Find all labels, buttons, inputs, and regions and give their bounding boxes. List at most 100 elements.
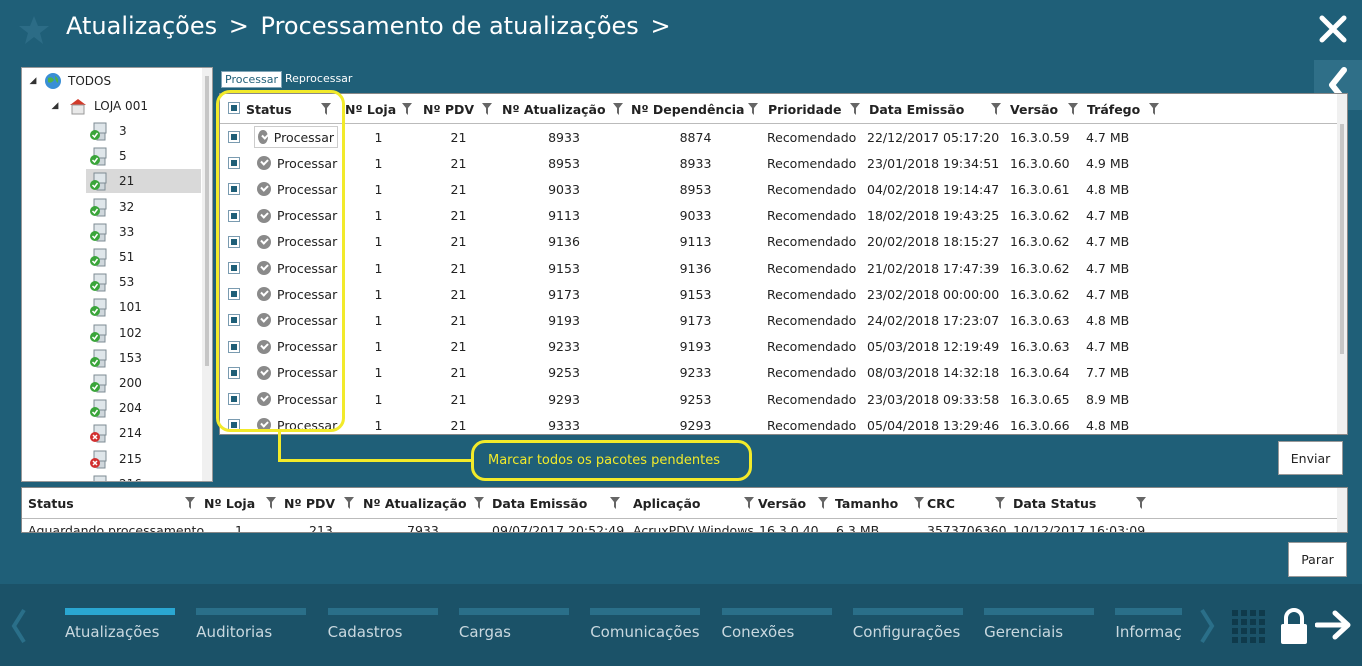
nav-item[interactable]: Cargas	[458, 608, 569, 641]
nav-next-icon[interactable]	[1196, 606, 1218, 646]
tree-item-pdv[interactable]: 214	[86, 421, 201, 445]
store-tree[interactable]: ◢ TODOS ◢ LOJA 001 3 5 21 32 33 51 53 10…	[21, 67, 213, 482]
filter-icon[interactable]	[266, 497, 276, 509]
column-header[interactable]: Data Status	[1013, 488, 1096, 518]
column-header[interactable]: Nº Dependência	[631, 94, 745, 124]
column-header[interactable]: Aplicação	[633, 488, 700, 518]
logout-arrow-icon[interactable]	[1315, 610, 1353, 640]
nav-item[interactable]: Conexões	[721, 608, 832, 641]
filter-icon[interactable]	[1149, 103, 1159, 115]
table-row[interactable]: Processar 1 21 8933 8874 Recomendado 22/12/20…	[220, 124, 1338, 150]
filter-icon[interactable]	[991, 103, 1001, 115]
table-row[interactable]: Processar 1 21 9233 9193 Recomendado 05/03/20…	[220, 334, 1338, 360]
nav-item[interactable]: Gerenciais	[984, 608, 1095, 641]
nav-item[interactable]: Auditorias	[196, 608, 307, 641]
filter-icon[interactable]	[610, 497, 620, 509]
column-header[interactable]: CRC	[927, 488, 955, 518]
tree-item-pdv[interactable]: 102	[86, 321, 201, 345]
table-row[interactable]: Processar 1 21 9113 9033 Recomendado 18/02/20…	[220, 203, 1338, 229]
column-header[interactable]: Status	[28, 488, 74, 518]
close-icon[interactable]	[1318, 14, 1348, 44]
table-row[interactable]: Processar 1 21 9193 9173 Recomendado 24/02/20…	[220, 307, 1338, 333]
nav-item[interactable]: Atualizações	[65, 608, 175, 641]
tree-node-todos[interactable]: ◢ TODOS	[26, 69, 111, 93]
table-cell: 4.7 MB	[1086, 129, 1130, 145]
tree-item-pdv[interactable]: 21	[86, 169, 201, 194]
table-row[interactable]: Processar 1 21 9333 9293 Recomendado 05/04/20…	[220, 412, 1338, 434]
filter-icon[interactable]	[914, 497, 924, 509]
tree-item-pdv[interactable]: 200	[86, 371, 201, 395]
column-header[interactable]: Nº PDV	[284, 488, 335, 518]
table-row[interactable]: Processar 1 21 9033 8953 Recomendado 04/02/20…	[220, 176, 1338, 202]
table-row[interactable]: Processar 1 21 9153 9136 Recomendado 21/02/20…	[220, 255, 1338, 281]
nav-item[interactable]: Informações	[1115, 608, 1183, 641]
tree-item-pdv[interactable]: 5	[86, 144, 201, 168]
column-header[interactable]: Nº PDV	[423, 94, 474, 124]
column-header[interactable]: Nº Atualização	[502, 94, 606, 124]
tree-item-pdv[interactable]: 216	[86, 472, 201, 481]
column-header[interactable]: Nº Loja	[204, 488, 255, 518]
column-header[interactable]: Versão	[1010, 94, 1058, 124]
tree-item-pdv[interactable]: 32	[86, 195, 201, 219]
tree-scrollbar[interactable]	[202, 68, 212, 481]
table-row[interactable]: Aguardando processamento 1 213 7933 09/07/20…	[22, 520, 1338, 533]
filter-icon[interactable]	[344, 497, 354, 509]
grid-menu-icon[interactable]	[1232, 610, 1266, 644]
table-row[interactable]: Processar 1 21 9253 9233 Recomendado 08/03/20…	[220, 360, 1338, 386]
filter-icon[interactable]	[185, 497, 195, 509]
column-header[interactable]: Nº Loja	[345, 94, 396, 124]
table-row[interactable]: Processar 1 21 9293 9253 Recomendado 23/03/20…	[220, 386, 1338, 412]
scroll-thumb[interactable]	[205, 76, 209, 366]
breadcrumb-atualizacoes[interactable]: Atualizações	[66, 12, 217, 40]
tree-item-label: 3	[119, 124, 127, 138]
enviar-button[interactable]: Enviar	[1278, 441, 1343, 475]
tab-reprocessar[interactable]: Reprocessar	[282, 71, 355, 88]
filter-icon[interactable]	[613, 103, 623, 115]
table-row[interactable]: Processar 1 21 9173 9153 Recomendado 23/02/20…	[220, 281, 1338, 307]
column-header[interactable]: Versão	[758, 488, 806, 518]
nav-item[interactable]: Cadastros	[327, 608, 438, 641]
column-header[interactable]: Prioridade	[768, 94, 841, 124]
filter-icon[interactable]	[744, 497, 754, 509]
tree-item-pdv[interactable]: 3	[86, 119, 201, 143]
table-row[interactable]: Processar 1 21 9136 9113 Recomendado 20/02/20…	[220, 229, 1338, 255]
tree-item-pdv[interactable]: 215	[86, 447, 201, 471]
filter-icon[interactable]	[474, 497, 484, 509]
column-header[interactable]: Tráfego	[1087, 94, 1140, 124]
star-icon[interactable]	[18, 14, 50, 46]
column-header[interactable]: Nº Atualização	[363, 488, 467, 518]
filter-icon[interactable]	[1068, 103, 1078, 115]
filter-icon[interactable]	[1136, 497, 1146, 509]
scroll-thumb[interactable]	[1340, 124, 1344, 354]
table-row[interactable]: Processar 1 21 8953 8933 Recomendado 23/01/20…	[220, 150, 1338, 176]
grid-scrollbar[interactable]	[1337, 94, 1347, 434]
filter-icon[interactable]	[850, 103, 860, 115]
filter-icon[interactable]	[482, 103, 492, 115]
nav-item[interactable]: Comunicações	[590, 608, 701, 641]
tab-processar[interactable]: Processar	[221, 71, 282, 88]
column-header[interactable]: Data Emissão	[492, 488, 587, 518]
column-header[interactable]: Tamanho	[835, 488, 898, 518]
tree-item-pdv[interactable]: 101	[86, 295, 201, 319]
filter-icon[interactable]	[748, 103, 758, 115]
nav-prev-icon[interactable]	[8, 606, 30, 646]
parar-button[interactable]: Parar	[1288, 542, 1347, 577]
breadcrumb-processamento[interactable]: Processamento de atualizações	[261, 12, 639, 40]
column-header[interactable]: Data Emissão	[869, 94, 964, 124]
filter-icon[interactable]	[402, 103, 412, 115]
breadcrumb: Atualizações > Processamento de atualiza…	[66, 12, 675, 40]
tree-item-pdv[interactable]: 33	[86, 220, 201, 244]
tree-item-pdv[interactable]: 51	[86, 245, 201, 269]
expand-caret-icon[interactable]: ◢	[26, 76, 40, 86]
tree-item-pdv[interactable]: 204	[86, 396, 201, 420]
filter-icon[interactable]	[818, 497, 828, 509]
nav-item[interactable]: Configurações	[852, 608, 963, 641]
filter-icon[interactable]	[995, 497, 1005, 509]
tree-item-pdv[interactable]: 153	[86, 346, 201, 370]
tree-node-loja[interactable]: ◢ LOJA 001	[48, 94, 148, 118]
expand-caret-icon[interactable]: ◢	[48, 101, 62, 111]
lock-icon[interactable]	[1279, 608, 1309, 646]
breadcrumb-separator: >	[650, 12, 671, 40]
tree-item-pdv[interactable]: 53	[86, 270, 201, 294]
grid-scrollbar[interactable]	[1337, 488, 1347, 532]
